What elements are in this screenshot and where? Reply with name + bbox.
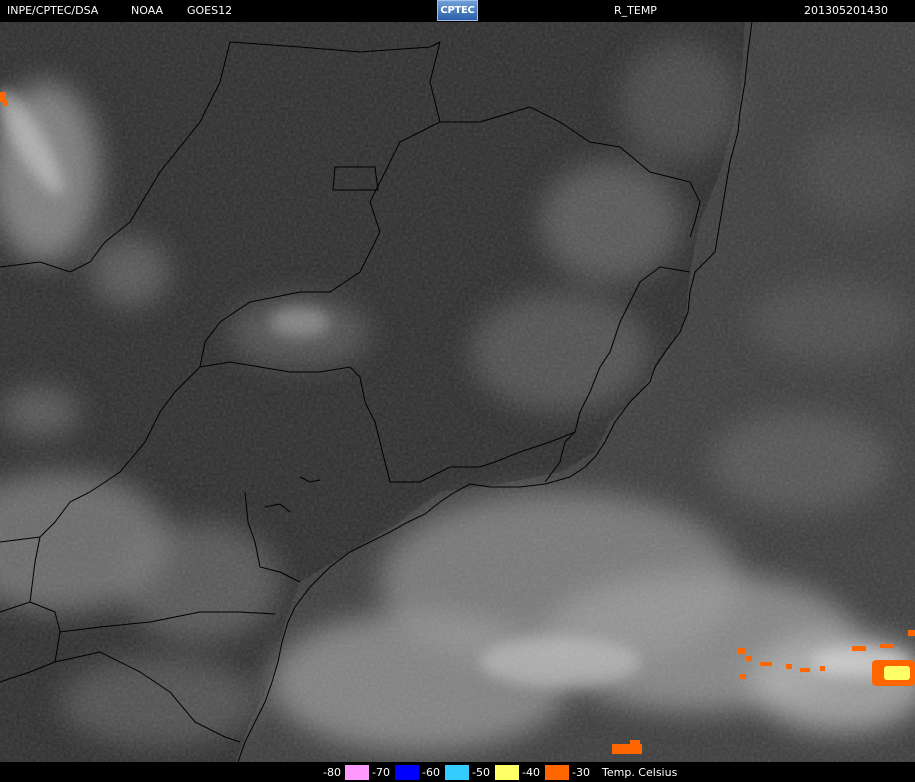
legend-caption: Temp. Celsius: [602, 766, 678, 779]
image-noise: [0, 22, 915, 762]
satellite-label: GOES12: [187, 4, 233, 17]
header-bar: INPE/CPTEC/DSA NOAA GOES12 CPTEC R_TEMP …: [0, 0, 915, 22]
legend-bar: -80 -70 -60 -50 -40 -30 Temp. Celsius: [0, 762, 915, 782]
product-label: R_TEMP: [614, 4, 657, 17]
legend-swatch-minus-70-color: [345, 765, 369, 780]
agency-label: INPE/CPTEC/DSA: [7, 4, 99, 17]
timestamp-label: 201305201430: [804, 4, 888, 17]
provider-label: NOAA: [131, 4, 164, 17]
cptec-logo: CPTEC: [437, 0, 478, 21]
legend-swatch-minus-70: -70: [369, 765, 393, 780]
legend-swatch-minus-40-color: [495, 765, 519, 780]
legend-swatch-minus-50-color: [445, 765, 469, 780]
legend-swatch-minus-80: -80: [320, 765, 344, 780]
legend-swatch-minus-30: -30: [569, 765, 593, 780]
legend-swatch-minus-50: -50: [469, 765, 493, 780]
satellite-image: [0, 22, 915, 762]
legend-swatch-minus-60: -60: [419, 765, 443, 780]
legend-swatch-minus-30-color: [545, 765, 569, 780]
legend-swatch-minus-60-color: [395, 765, 419, 780]
legend-swatch-minus-40: -40: [519, 765, 543, 780]
